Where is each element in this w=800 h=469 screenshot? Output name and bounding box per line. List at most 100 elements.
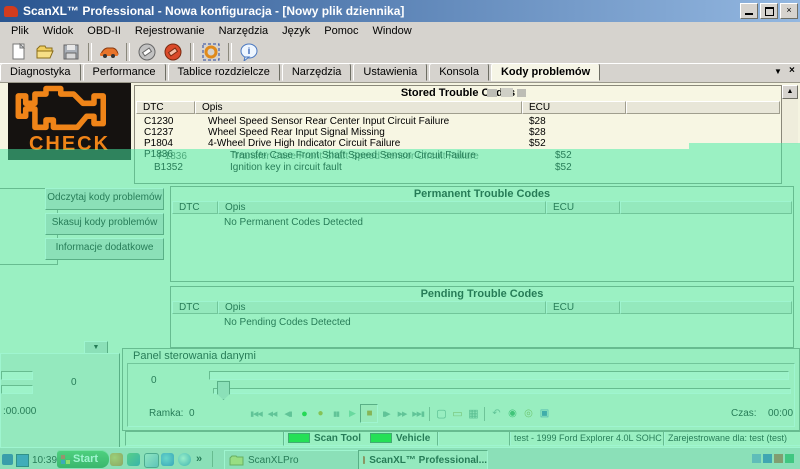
menu-window[interactable]: Window bbox=[366, 23, 419, 39]
new-log-icon[interactable]: ▢ bbox=[433, 405, 449, 422]
menu-narzedzia[interactable]: Narzędzia bbox=[212, 23, 276, 39]
step-forward-button[interactable]: ▮▶ bbox=[378, 405, 394, 422]
pause-button[interactable]: ▮▮ bbox=[328, 405, 344, 422]
reset-icon[interactable]: ↶ bbox=[488, 405, 504, 422]
column-header-dtc[interactable]: DTC bbox=[172, 301, 218, 314]
scroll-up-icon[interactable]: ▲ bbox=[782, 85, 798, 99]
skip-last-button[interactable]: ▶▶▮ bbox=[410, 405, 426, 422]
about-icon[interactable]: i bbox=[237, 42, 261, 62]
tab-kody-problemow[interactable]: Kody problemów bbox=[491, 63, 600, 81]
taskbar-item-scanxlpro[interactable]: ScanXLPro bbox=[224, 450, 360, 469]
tab-close-icon[interactable]: × bbox=[789, 65, 795, 76]
dashboard-editor-icon[interactable] bbox=[199, 42, 223, 62]
menu-widok[interactable]: Widok bbox=[36, 23, 81, 39]
column-header-opis[interactable]: Opis bbox=[218, 201, 546, 214]
content-area: CHECK Stored Trouble Codes DTC Opis ECU … bbox=[0, 82, 800, 448]
column-header-dtc[interactable]: DTC bbox=[136, 101, 195, 114]
show-desktop-icon[interactable] bbox=[127, 453, 140, 466]
svg-text:i: i bbox=[248, 46, 251, 56]
status-cell-empty bbox=[125, 431, 285, 446]
tray-icon[interactable] bbox=[752, 454, 761, 463]
tray-icon[interactable] bbox=[785, 454, 794, 463]
media-player-icon[interactable] bbox=[178, 453, 191, 466]
menu-pomoc[interactable]: Pomoc bbox=[317, 23, 365, 39]
vehicle-info: test - 1999 Ford Explorer 4.0L SOHC bbox=[509, 431, 665, 446]
permanent-codes-panel: Permanent Trouble Codes DTC Opis ECU No … bbox=[170, 186, 794, 282]
progress-track[interactable] bbox=[209, 371, 789, 380]
tab-bar: DiagnostykaPerformanceTablice rozdzielcz… bbox=[0, 63, 800, 82]
column-header-blank[interactable] bbox=[626, 101, 780, 114]
tab-narzedzia[interactable]: Narzędzia bbox=[282, 63, 352, 81]
scan-tool-label: Scan Tool bbox=[314, 433, 361, 444]
connect-icon[interactable] bbox=[135, 42, 159, 62]
check-engine-light: CHECK bbox=[8, 83, 131, 160]
connect-log-icon[interactable]: ◉ bbox=[504, 405, 520, 422]
glitch-artifact bbox=[517, 89, 526, 97]
column-header-opis[interactable]: Opis bbox=[195, 101, 522, 114]
frame-label: Ramka: bbox=[149, 408, 183, 419]
fragment-bar bbox=[1, 385, 33, 394]
save-log-icon[interactable]: ▦ bbox=[465, 405, 481, 422]
tab-list-dropdown-icon[interactable]: ▼ bbox=[774, 67, 782, 76]
additional-info-button[interactable]: Informacje dodatkowe bbox=[45, 238, 164, 260]
tab-tablice[interactable]: Tablice rozdzielcze bbox=[168, 63, 280, 81]
column-header-ecu[interactable]: ECU bbox=[546, 201, 620, 214]
pending-codes-header: DTC Opis ECU bbox=[172, 301, 792, 314]
frame-slider[interactable] bbox=[213, 388, 791, 394]
fast-forward-button[interactable]: ▶▶ bbox=[394, 405, 410, 422]
column-header-ecu[interactable]: ECU bbox=[522, 101, 626, 114]
new-file-icon[interactable] bbox=[7, 42, 31, 62]
save-file-icon[interactable] bbox=[59, 42, 83, 62]
fast-rewind-button[interactable]: ◀◀ bbox=[264, 405, 280, 422]
tray-icon[interactable] bbox=[774, 454, 783, 463]
menu-obd[interactable]: OBD-II bbox=[80, 23, 128, 39]
marker-button[interactable]: ● bbox=[312, 405, 328, 422]
app-icon bbox=[4, 6, 18, 17]
close-icon[interactable]: × bbox=[780, 3, 798, 19]
open-file-icon[interactable] bbox=[33, 42, 57, 62]
clear-codes-button[interactable]: Skasuj kody problemów bbox=[45, 213, 164, 235]
column-header-blank[interactable] bbox=[620, 201, 792, 214]
read-codes-button[interactable]: Odczytaj kody problemów bbox=[45, 188, 164, 210]
tray-icon[interactable] bbox=[763, 454, 772, 463]
tab-konsola[interactable]: Konsola bbox=[429, 63, 489, 81]
scanxl-icon bbox=[363, 456, 365, 464]
menu-rejestrowanie[interactable]: Rejestrowanie bbox=[128, 23, 212, 39]
menu-jezyk[interactable]: Język bbox=[275, 23, 317, 39]
explorer-icon[interactable] bbox=[144, 453, 159, 468]
quick-launch-chevron[interactable]: » bbox=[196, 453, 202, 465]
disconnect-icon[interactable] bbox=[161, 42, 185, 62]
toolbar: i bbox=[0, 40, 800, 64]
vehicle-manager-icon[interactable] bbox=[97, 42, 121, 62]
tab-diagnostyka[interactable]: Diagnostyka bbox=[0, 63, 81, 81]
step-back-button[interactable]: ◀▮ bbox=[280, 405, 296, 422]
record-button[interactable]: ● bbox=[296, 405, 312, 422]
frame-value: 0 bbox=[189, 408, 195, 419]
scrollbar[interactable]: ▲ bbox=[782, 85, 798, 144]
fragment-value: 0 bbox=[71, 377, 77, 388]
minimize-icon[interactable] bbox=[740, 3, 758, 19]
column-header-ecu[interactable]: ECU bbox=[546, 301, 620, 314]
column-header-dtc[interactable]: DTC bbox=[172, 201, 218, 214]
fragment-bar bbox=[1, 371, 33, 380]
tab-ustawienia[interactable]: Ustawienia bbox=[353, 63, 427, 81]
restore-icon[interactable] bbox=[760, 3, 778, 19]
firefox-icon[interactable] bbox=[110, 453, 123, 466]
internet-explorer-icon[interactable] bbox=[161, 453, 174, 466]
column-header-blank[interactable] bbox=[620, 301, 792, 314]
stored-codes-panel: Stored Trouble Codes DTC Opis ECU C1230 … bbox=[134, 85, 782, 184]
stop-button[interactable]: ■ bbox=[360, 404, 378, 423]
play-button[interactable]: ▶ bbox=[344, 405, 360, 422]
snapshot-icon[interactable]: ▣ bbox=[536, 405, 552, 422]
fragment-time: :00.000 bbox=[3, 406, 36, 417]
windows-logo-icon bbox=[61, 455, 70, 464]
start-button[interactable]: Start bbox=[57, 450, 109, 468]
menu-plik[interactable]: Plik bbox=[4, 23, 36, 39]
open-log-icon[interactable]: ▭ bbox=[449, 405, 465, 422]
tab-performance[interactable]: Performance bbox=[83, 63, 166, 81]
record-log-icon[interactable]: ◎ bbox=[520, 405, 536, 422]
folder-icon bbox=[229, 454, 244, 466]
column-header-opis[interactable]: Opis bbox=[218, 301, 546, 314]
skip-first-button[interactable]: ▮◀◀ bbox=[248, 405, 264, 422]
taskbar-item-scanxl[interactable]: ScanXL™ Professional... bbox=[358, 450, 488, 469]
